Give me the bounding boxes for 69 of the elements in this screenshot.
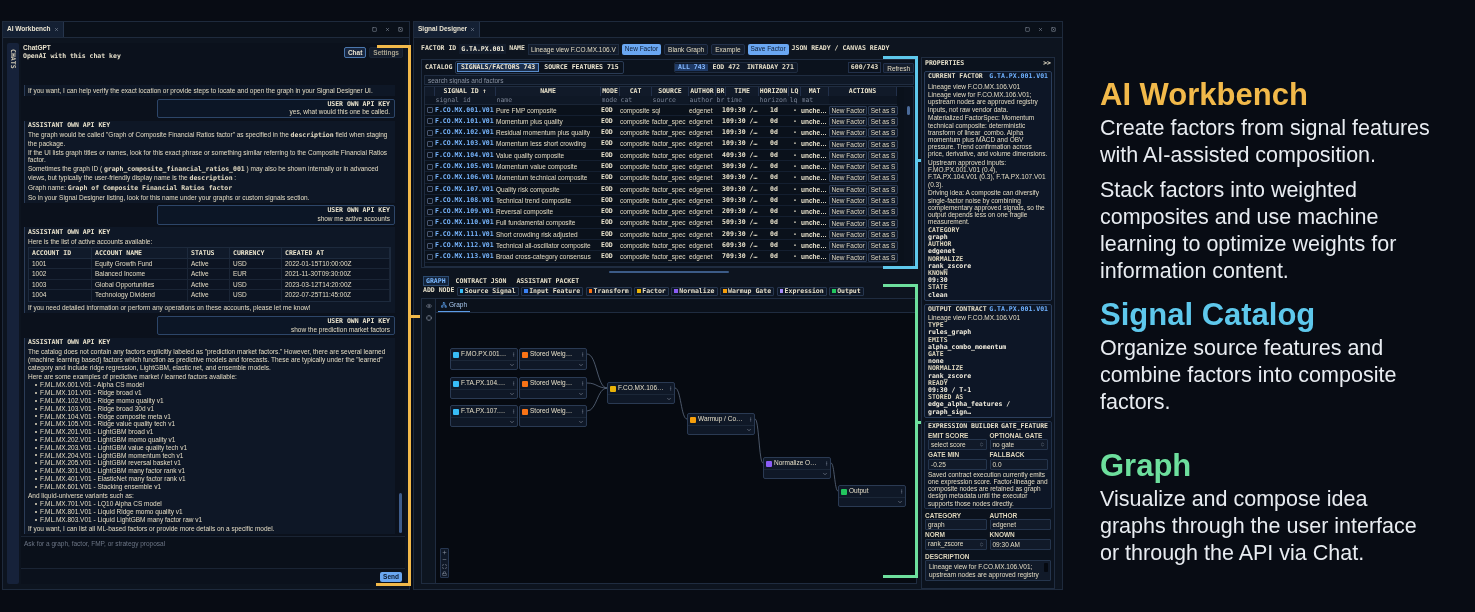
chevron-up-down-icon xyxy=(1040,442,1045,448)
more-icon[interactable] xyxy=(668,386,673,391)
row-checkbox[interactable] xyxy=(427,220,433,227)
eye-icon[interactable] xyxy=(425,303,432,309)
feature-description: Stack factors into weighted composites and use machine learning to optimize weights for information content. xyxy=(1100,177,1398,285)
close-icon[interactable] xyxy=(53,27,59,32)
fit-view-icon xyxy=(442,564,447,569)
chevron-down-icon[interactable] xyxy=(509,391,515,397)
chevron-down-icon[interactable] xyxy=(822,471,828,477)
edge-line xyxy=(674,387,688,420)
chevron-down-icon[interactable] xyxy=(578,391,584,397)
row-checkbox[interactable] xyxy=(427,163,433,170)
chevron-down-icon[interactable] xyxy=(666,396,672,402)
more-icon[interactable] xyxy=(511,352,516,357)
row-checkbox[interactable] xyxy=(427,197,433,204)
chevron-down-icon[interactable] xyxy=(509,419,515,425)
network-icon xyxy=(441,302,447,308)
lock-icon xyxy=(442,571,447,576)
close-icon[interactable] xyxy=(470,27,476,32)
minus-icon xyxy=(442,557,447,562)
row-checkbox[interactable] xyxy=(427,254,433,260)
maximize-icon[interactable] xyxy=(1025,27,1030,32)
chevron-down-icon[interactable] xyxy=(578,419,584,425)
close-icon[interactable] xyxy=(1038,27,1043,32)
more-icon[interactable] xyxy=(580,381,585,386)
lock-button[interactable] xyxy=(441,570,448,577)
edge-line xyxy=(830,462,839,492)
feature-title: Signal Catalog xyxy=(1100,297,1317,333)
row-checkbox[interactable] xyxy=(427,141,433,148)
row-checkbox[interactable] xyxy=(427,242,433,249)
square-x-icon[interactable] xyxy=(1051,27,1056,32)
feature-description: Organize source features and combine factors into composite factors. xyxy=(1100,335,1398,416)
fit-view-button[interactable] xyxy=(441,563,448,570)
chevron-down-icon[interactable] xyxy=(897,499,903,505)
feature-description: Create factors from signal features with AI-assisted composition. xyxy=(1100,115,1431,169)
more-icon[interactable] xyxy=(511,381,516,386)
plus-icon xyxy=(442,550,447,555)
chevron-down-icon[interactable] xyxy=(578,362,584,368)
row-checkbox[interactable] xyxy=(427,152,433,159)
zoom-out-button[interactable] xyxy=(441,556,448,563)
row-checkbox[interactable] xyxy=(427,118,433,125)
square-x-icon[interactable] xyxy=(398,27,403,32)
zoom-in-button[interactable] xyxy=(441,549,448,556)
feature-title: Graph xyxy=(1100,448,1193,484)
row-checkbox[interactable] xyxy=(427,174,433,181)
more-icon[interactable] xyxy=(580,409,585,414)
more-icon[interactable] xyxy=(824,461,829,466)
row-checkbox[interactable] xyxy=(427,208,433,215)
chevron-down-icon[interactable] xyxy=(746,427,752,433)
edge-line xyxy=(754,418,764,464)
maximize-icon[interactable] xyxy=(372,27,377,32)
scrollbar-thumb[interactable] xyxy=(907,106,910,115)
resize-handle[interactable] xyxy=(609,271,729,273)
feature-description: Visualize and compose idea graphs through the user interface or through the API via Chat. xyxy=(1100,486,1418,567)
row-checkbox[interactable] xyxy=(427,107,433,114)
row-checkbox[interactable] xyxy=(427,231,433,238)
close-icon[interactable] xyxy=(385,27,390,32)
chevron-up-down-icon xyxy=(978,442,984,448)
more-icon[interactable] xyxy=(748,417,753,422)
row-checkbox[interactable] xyxy=(427,129,433,136)
more-icon[interactable] xyxy=(511,409,516,414)
chevron-up-down-icon xyxy=(978,541,984,547)
feature-title: AI Workbench xyxy=(1100,77,1309,113)
more-icon[interactable] xyxy=(580,352,585,357)
crosshair-icon[interactable] xyxy=(425,315,432,321)
more-icon[interactable] xyxy=(899,489,904,494)
scrollbar-thumb[interactable] xyxy=(399,493,402,533)
row-checkbox[interactable] xyxy=(427,186,433,193)
chevron-down-icon[interactable] xyxy=(509,362,515,368)
